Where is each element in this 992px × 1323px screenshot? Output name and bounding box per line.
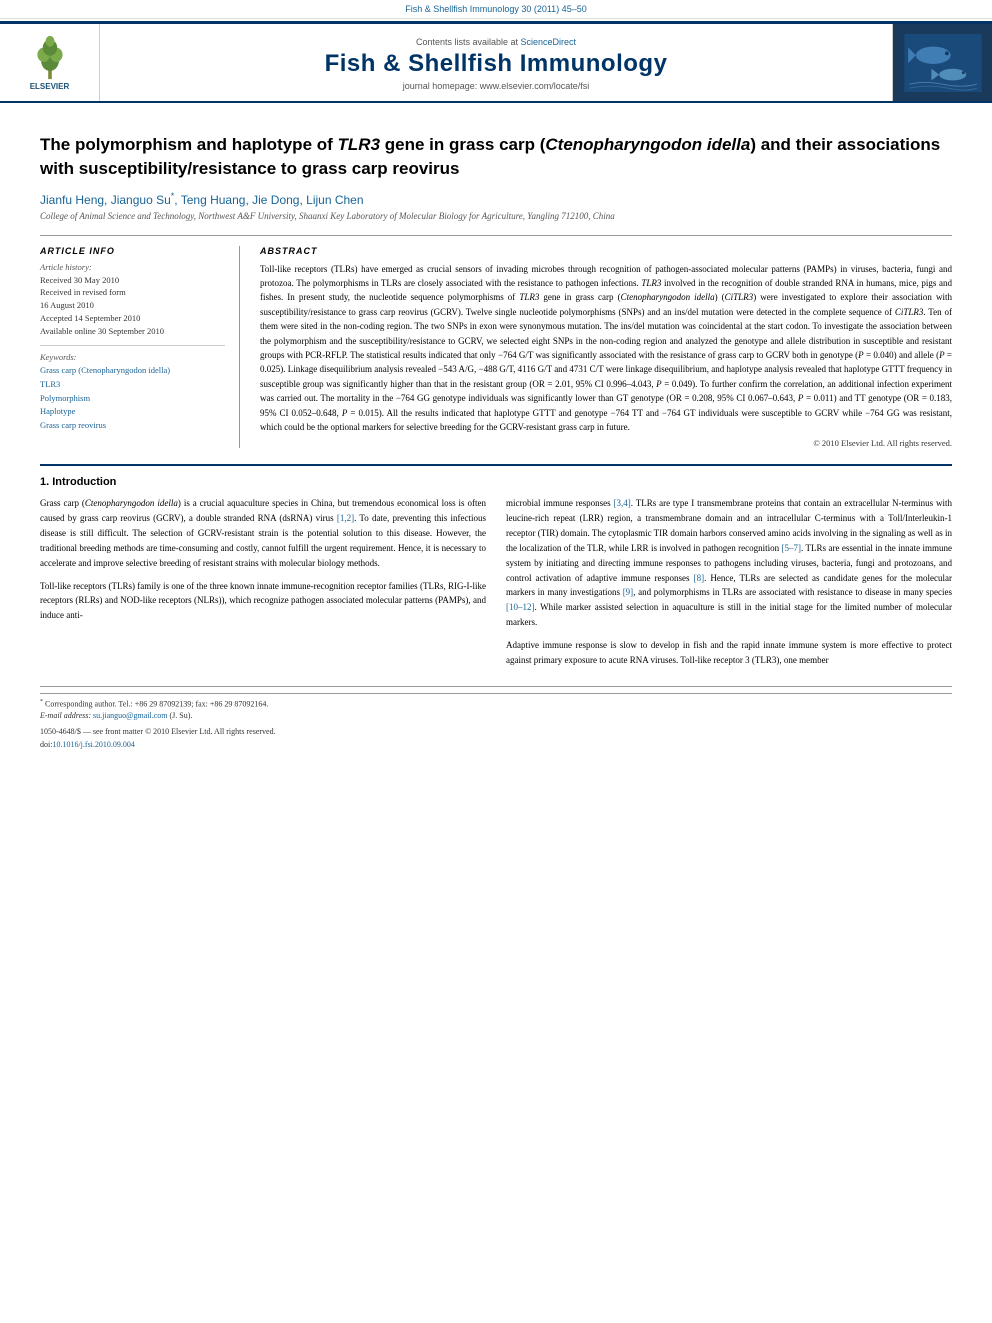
doi-link[interactable]: 10.1016/j.fsi.2010.09.004 [52,740,134,749]
keyword-4: Haplotype [40,405,225,419]
article-title: The polymorphism and haplotype of TLR3 g… [40,133,952,181]
abstract-text: Toll-like receptors (TLRs) have emerged … [260,262,952,435]
copyright-text: © 2010 Elsevier Ltd. All rights reserved… [260,438,952,448]
received-date: Received 30 May 2010 [40,274,225,287]
section1-title: 1. Introduction [40,476,952,488]
affiliation: College of Animal Science and Technology… [40,211,952,221]
email-address: E-mail address: su.jianguo@gmail.com (J.… [40,710,952,722]
received-revised-label: Received in revised form [40,286,225,299]
issn-line: 1050-4648/$ — see front matter © 2010 El… [40,726,952,738]
elsevier-logo [35,35,65,80]
abstract-label: ABSTRACT [260,246,952,256]
contents-available-text: Contents lists available at ScienceDirec… [416,34,576,50]
keyword-5: Grass carp reovirus [40,419,225,433]
intro-para-1: Grass carp (Ctenopharyngodon idella) is … [40,496,486,570]
accepted-date: Accepted 14 September 2010 [40,312,225,325]
intro-para-2: Toll-like receptors (TLRs) family is one… [40,579,486,624]
journal-cover-image [903,30,983,95]
received-revised-date: 16 August 2010 [40,299,225,312]
keywords-label: Keywords: [40,352,225,362]
doi-line: doi:10.1016/j.fsi.2010.09.004 [40,740,952,749]
keyword-1: Grass carp (Ctenopharyngodon idella) [40,364,225,378]
article-info-label: ARTICLE INFO [40,246,225,256]
corresponding-author: * Corresponding author. Tel.: +86 29 870… [40,698,952,711]
sciencedirect-link[interactable]: ScienceDirect [521,37,577,47]
keyword-3: Polymorphism [40,392,225,406]
journal-homepage: journal homepage: www.elsevier.com/locat… [403,81,590,91]
keyword-2: TLR3 [40,378,225,392]
authors: Jianfu Heng, Jianguo Su*, Teng Huang, Ji… [40,191,952,207]
journal-name: Fish & Shellfish Immunology [325,50,668,78]
intro-para-4: Adaptive immune response is slow to deve… [506,638,952,668]
citation-line: Fish & Shellfish Immunology 30 (2011) 45… [0,0,992,19]
history-label: Article history: [40,262,225,272]
intro-para-3: microbial immune responses [3,4]. TLRs a… [506,496,952,630]
elsevier-text: ELSEVIER [30,82,70,91]
available-date: Available online 30 September 2010 [40,325,225,338]
